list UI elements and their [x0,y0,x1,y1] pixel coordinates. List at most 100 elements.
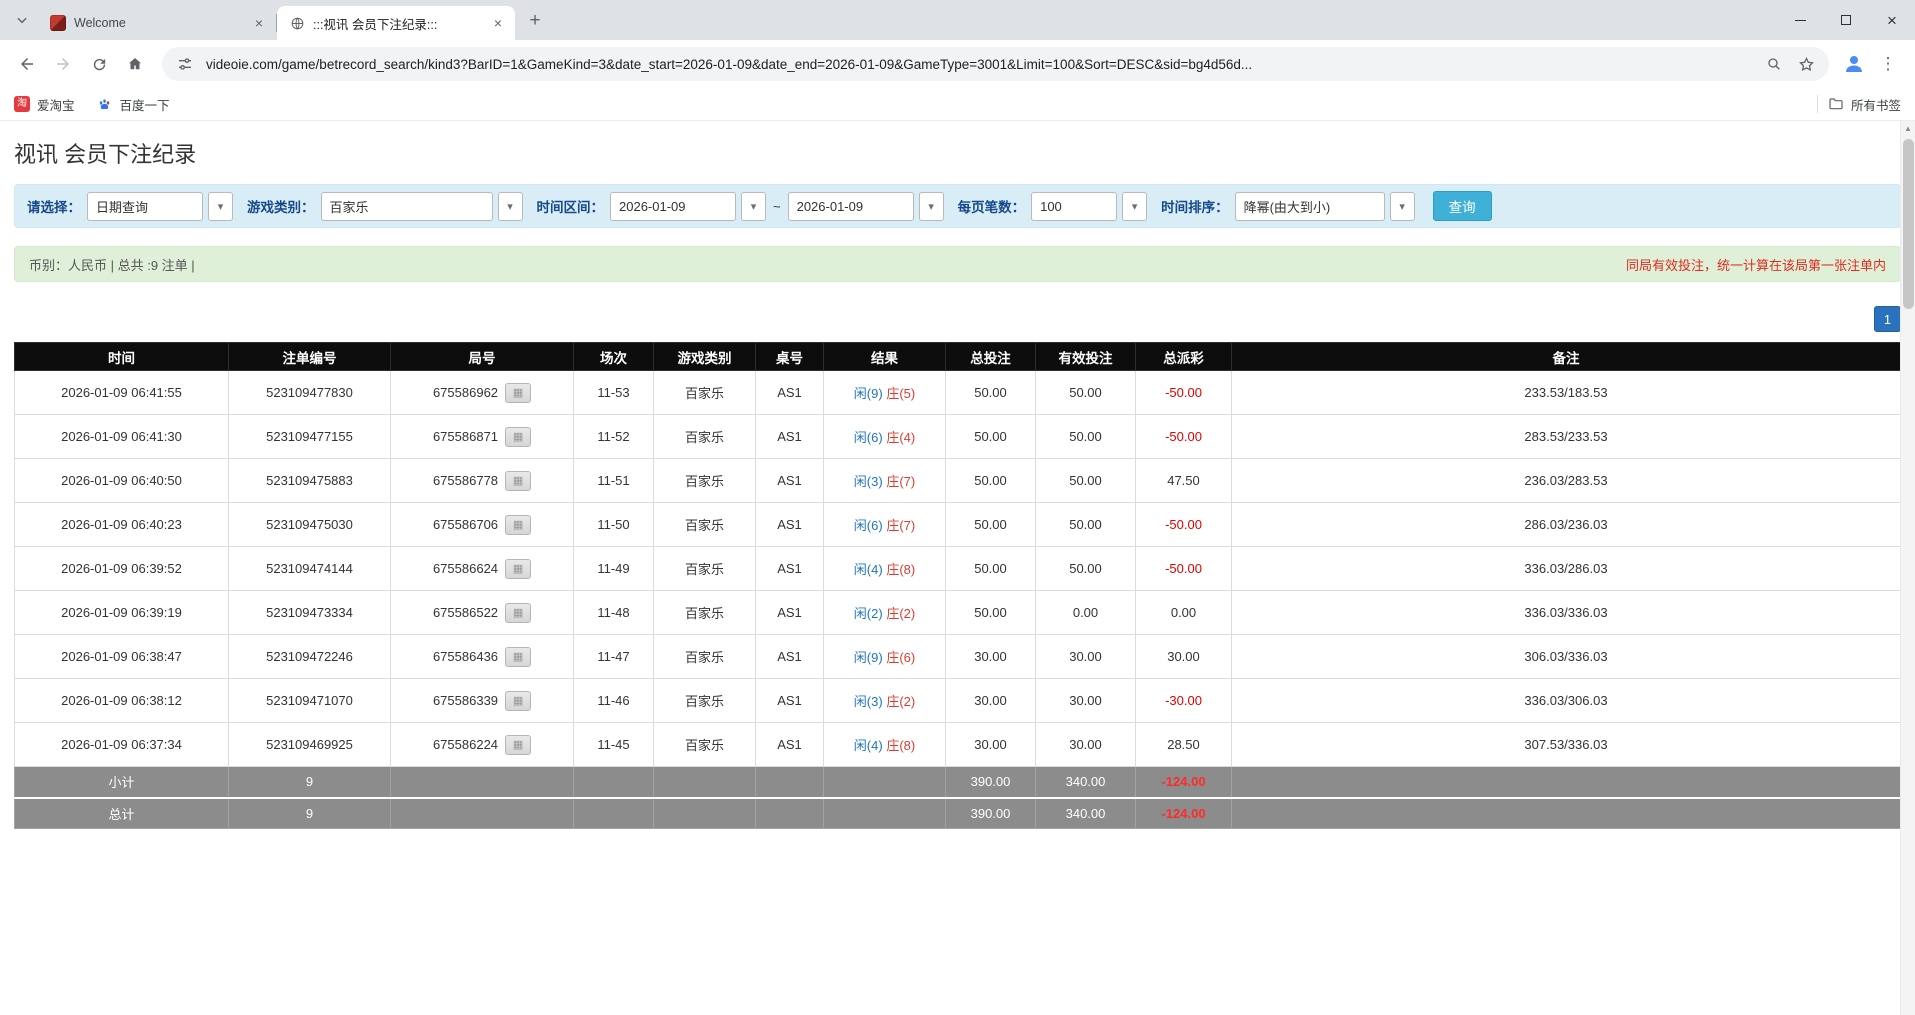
round-id: 675586522 [433,605,498,620]
total-total-bet: 390.00 [946,798,1036,829]
forward-button[interactable] [46,47,80,81]
bookmark-star-icon[interactable] [1795,53,1817,75]
round-detail-icon[interactable]: ▦ [505,559,531,579]
cell-total-bet[interactable]: 30.00 [946,679,1036,723]
cell-result: 闲(9) 庄(6) [824,635,946,679]
col-valid-bet: 有效投注 [1036,343,1136,371]
total-label: 总计 [15,798,229,829]
tab-search-chevron-icon[interactable] [8,6,36,34]
cell-session: 11-52 [574,415,654,459]
url-text[interactable]: videoie.com/game/betrecord_search/kind3?… [206,57,1753,72]
search-button[interactable]: 查询 [1433,191,1492,221]
profile-avatar[interactable] [1839,49,1869,79]
cell-payout: -50.00 [1136,371,1232,415]
cell-bet-id: 523109477830 [229,371,391,415]
cell-total-bet[interactable]: 50.00 [946,547,1036,591]
col-note: 备注 [1232,343,1901,371]
round-detail-icon[interactable]: ▦ [505,383,531,403]
cell-game-kind: 百家乐 [654,635,756,679]
query-type-chevron-down-icon[interactable]: ▾ [208,192,233,221]
site-settings-icon[interactable] [174,53,196,75]
back-button[interactable] [10,47,44,81]
cell-valid-bet: 50.00 [1036,547,1136,591]
cell-total-bet[interactable]: 50.00 [946,371,1036,415]
bookmark-baidu[interactable]: 百度一下 [97,95,170,114]
minimize-button[interactable] [1777,0,1823,40]
game-kind-label: 游戏类别： [247,196,315,216]
cell-note: 236.03/283.53 [1232,459,1901,503]
reload-button[interactable] [82,47,116,81]
cell-bet-id: 523109475883 [229,459,391,503]
per-page-chevron-down-icon[interactable]: ▾ [1122,192,1147,221]
date-end-select[interactable]: 2026-01-09 [788,192,914,221]
sort-select[interactable]: 降幂(由大到小) [1235,192,1385,221]
round-detail-icon[interactable]: ▦ [505,735,531,755]
total-valid-bet: 340.00 [1036,798,1136,829]
cell-note: 286.03/236.03 [1232,503,1901,547]
cell-bet-id: 523109475030 [229,503,391,547]
col-result: 结果 [824,343,946,371]
bookmark-aitaobao[interactable]: 淘 爱淘宝 [14,95,75,114]
cell-game-kind: 百家乐 [654,723,756,767]
date-start-chevron-down-icon[interactable]: ▾ [741,192,766,221]
game-kind-chevron-down-icon[interactable]: ▾ [498,192,523,221]
round-detail-icon[interactable]: ▦ [505,427,531,447]
tab-close-icon[interactable]: × [250,14,268,32]
round-detail-icon[interactable]: ▦ [505,515,531,535]
round-id: 675586706 [433,517,498,532]
table-row: 2026-01-09 06:41:30 523109477155 6755868… [15,415,1901,459]
cell-total-bet[interactable]: 50.00 [946,591,1036,635]
query-type-select[interactable]: 日期查询 [87,192,203,221]
cell-session: 11-48 [574,591,654,635]
menu-kebab-icon[interactable]: ⋮ [1871,47,1905,81]
new-tab-button[interactable]: + [521,7,549,35]
tab-welcome[interactable]: Welcome × [38,6,276,40]
col-game-kind: 游戏类别 [654,343,756,371]
cell-payout: -50.00 [1136,503,1232,547]
cell-time: 2026-01-09 06:38:12 [15,679,229,723]
table-row: 2026-01-09 06:39:19 523109473334 6755865… [15,591,1901,635]
round-detail-icon[interactable]: ▦ [505,603,531,623]
cell-round: 675586871▦ [391,415,574,459]
zoom-icon[interactable] [1763,53,1785,75]
scrollbar[interactable]: ▲ [1900,121,1915,1015]
tab-close-icon[interactable]: × [489,14,507,32]
cell-session: 11-46 [574,679,654,723]
tab-title: Welcome [74,16,242,30]
cell-total-bet[interactable]: 50.00 [946,503,1036,547]
address-bar[interactable]: videoie.com/game/betrecord_search/kind3?… [162,47,1829,81]
game-kind-select[interactable]: 百家乐 [321,192,493,221]
round-detail-icon[interactable]: ▦ [505,691,531,711]
cell-result: 闲(3) 庄(2) [824,679,946,723]
table-row: 2026-01-09 06:38:12 523109471070 6755863… [15,679,1901,723]
cell-total-bet[interactable]: 50.00 [946,415,1036,459]
tab-betrecord[interactable]: :::视讯 会员下注纪录::: × [277,6,515,40]
date-start-value: 2026-01-09 [619,199,686,214]
all-bookmarks-button[interactable]: 所有书签 [1828,95,1901,114]
cell-total-bet[interactable]: 50.00 [946,459,1036,503]
cell-round: 675586339▦ [391,679,574,723]
summary-note: 同局有效投注，统一计算在该局第一张注单内 [1626,255,1886,274]
maximize-button[interactable] [1823,0,1869,40]
sort-chevron-down-icon[interactable]: ▾ [1390,192,1415,221]
cell-time: 2026-01-09 06:37:34 [15,723,229,767]
scrollbar-thumb[interactable] [1903,139,1914,309]
page-1-button[interactable]: 1 [1874,306,1901,332]
table-row: 2026-01-09 06:41:55 523109477830 6755869… [15,371,1901,415]
cell-payout: 28.50 [1136,723,1232,767]
close-button[interactable]: × [1869,0,1915,40]
home-button[interactable] [118,47,152,81]
cell-note: 336.03/286.03 [1232,547,1901,591]
cell-payout: -30.00 [1136,679,1232,723]
cell-total-bet[interactable]: 30.00 [946,723,1036,767]
window-controls: × [1777,0,1915,40]
date-end-chevron-down-icon[interactable]: ▾ [919,192,944,221]
cell-table: AS1 [756,503,824,547]
round-detail-icon[interactable]: ▦ [505,471,531,491]
per-page-select[interactable]: 100 [1031,192,1117,221]
date-start-select[interactable]: 2026-01-09 [610,192,736,221]
round-detail-icon[interactable]: ▦ [505,647,531,667]
cell-total-bet[interactable]: 30.00 [946,635,1036,679]
folder-icon [1828,96,1844,112]
scroll-up-icon[interactable]: ▲ [1901,121,1915,137]
